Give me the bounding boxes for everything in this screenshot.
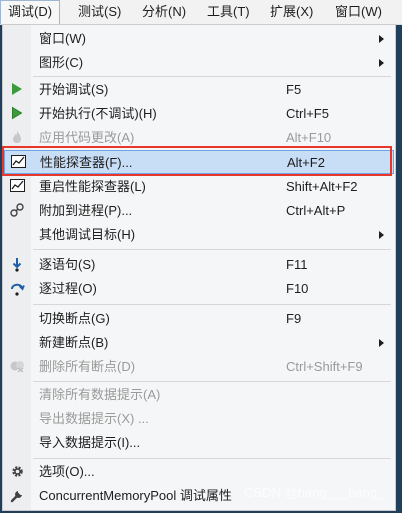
menu-item-label: 切换断点(G): [39, 311, 110, 326]
menu-item-shortcut: Alt+F10: [286, 130, 332, 145]
menu-item-label: 附加到进程(P)...: [39, 203, 133, 218]
submenu-arrow-icon: [379, 59, 384, 67]
menu-item-label: 窗口(W): [39, 31, 86, 46]
menu-item-start-debugging[interactable]: 开始调试(S) F5: [4, 78, 394, 102]
menu-item-label: 逐过程(O): [39, 281, 97, 296]
menu-item-label: ConcurrentMemoryPool 调试属性: [39, 488, 232, 503]
menu-item-shortcut: Ctrl+Shift+F9: [286, 359, 363, 374]
menu-item-windows[interactable]: 窗口(W): [4, 27, 394, 51]
menu-item-label: 图形(C): [39, 55, 84, 70]
menu-bar: 调试(D) 测试(S) 分析(N) 工具(T) 扩展(X) 窗口(W): [0, 0, 402, 25]
play-outline-icon: [9, 106, 25, 122]
menu-item-apply-code-changes[interactable]: 应用代码更改(A) Alt+F10: [4, 126, 394, 150]
menu-item-label: 导出数据提示(X) ...: [39, 411, 149, 426]
menu-item-shortcut: Ctrl+F5: [286, 106, 329, 121]
menu-tools[interactable]: 工具(T): [200, 0, 257, 24]
menu-item-graphics[interactable]: 图形(C): [4, 51, 394, 75]
watermark-text: CSDN @bang___bang_: [244, 485, 385, 500]
menu-item-options[interactable]: 选项(O)...: [4, 460, 394, 484]
step-into-icon: [9, 257, 25, 273]
menu-debug[interactable]: 调试(D): [0, 0, 61, 24]
gear-icon: [9, 464, 25, 480]
menu-item-import-datatips[interactable]: 导入数据提示(I)...: [4, 431, 394, 455]
menu-item-other-debug-targets[interactable]: 其他调试目标(H): [4, 223, 394, 247]
menu-item-step-over[interactable]: 逐过程(O) F10: [4, 277, 394, 301]
menu-item-delete-all-breakpoints[interactable]: 删除所有断点(D) Ctrl+Shift+F9: [4, 355, 394, 379]
menu-item-label: 新建断点(B): [39, 335, 109, 350]
menu-item-label: 重启性能探查器(L): [39, 179, 146, 194]
menu-item-shortcut: F9: [286, 311, 302, 326]
menu-extensions[interactable]: 扩展(X): [263, 0, 320, 24]
menu-item-shortcut: F5: [286, 82, 302, 97]
menu-item-label: 删除所有断点(D): [39, 359, 136, 374]
performance-icon: [10, 155, 26, 171]
menu-item-label: 导入数据提示(I)...: [39, 435, 141, 450]
menu-item-performance-profiler[interactable]: 性能探查器(F)... Alt+F2: [4, 150, 394, 174]
debug-dropdown-menu: 窗口(W) 图形(C) 开始调试(S) F5 开始执行(不调试)(H) Ctrl…: [2, 24, 396, 511]
submenu-arrow-icon: [379, 231, 384, 239]
menu-item-clear-all-datatips[interactable]: 清除所有数据提示(A): [4, 383, 394, 407]
menu-item-shortcut: Alt+F2: [287, 155, 325, 170]
menu-test[interactable]: 测试(S): [71, 0, 128, 24]
menu-item-restart-performance-profiler[interactable]: 重启性能探查器(L) Shift+Alt+F2: [4, 175, 394, 199]
menu-item-shortcut: Ctrl+Alt+P: [286, 203, 346, 218]
attach-icon: [9, 203, 25, 219]
menu-item-label: 逐语句(S): [39, 257, 96, 272]
menu-item-attach-to-process[interactable]: 附加到进程(P)... Ctrl+Alt+P: [4, 199, 394, 223]
menu-item-shortcut: F10: [286, 281, 309, 296]
step-over-icon: [9, 281, 25, 297]
delete-breakpoints-icon: [9, 359, 25, 375]
play-icon: [9, 82, 25, 98]
flame-icon: [9, 130, 25, 146]
menu-item-start-without-debugging[interactable]: 开始执行(不调试)(H) Ctrl+F5: [4, 102, 394, 126]
menu-item-label: 开始执行(不调试)(H): [39, 106, 157, 121]
menu-analyze[interactable]: 分析(N): [135, 0, 193, 24]
menu-item-shortcut: F11: [286, 257, 308, 272]
menu-separator: [33, 458, 391, 459]
menu-item-label: 性能探查器(F)...: [40, 155, 133, 170]
menu-item-label: 应用代码更改(A): [39, 130, 135, 145]
menu-item-label: 选项(O)...: [39, 464, 95, 479]
menu-item-label: 开始调试(S): [39, 82, 109, 97]
menu-item-label: 清除所有数据提示(A): [39, 387, 161, 402]
menu-window[interactable]: 窗口(W): [328, 0, 389, 24]
menu-separator: [33, 381, 391, 382]
menu-separator: [33, 249, 391, 250]
menu-item-export-datatips[interactable]: 导出数据提示(X) ...: [4, 407, 394, 431]
submenu-arrow-icon: [379, 339, 384, 347]
menu-item-shortcut: Shift+Alt+F2: [286, 179, 358, 194]
wrench-icon: [9, 488, 25, 504]
menu-item-label: 其他调试目标(H): [39, 227, 136, 242]
submenu-arrow-icon: [379, 35, 384, 43]
menu-separator: [33, 304, 391, 305]
performance-icon: [9, 179, 25, 195]
menu-separator: [33, 76, 391, 77]
menu-item-toggle-breakpoint[interactable]: 切换断点(G) F9: [4, 307, 394, 331]
menu-item-new-breakpoint[interactable]: 新建断点(B): [4, 331, 394, 355]
menu-item-step-into[interactable]: 逐语句(S) F11: [4, 253, 394, 277]
